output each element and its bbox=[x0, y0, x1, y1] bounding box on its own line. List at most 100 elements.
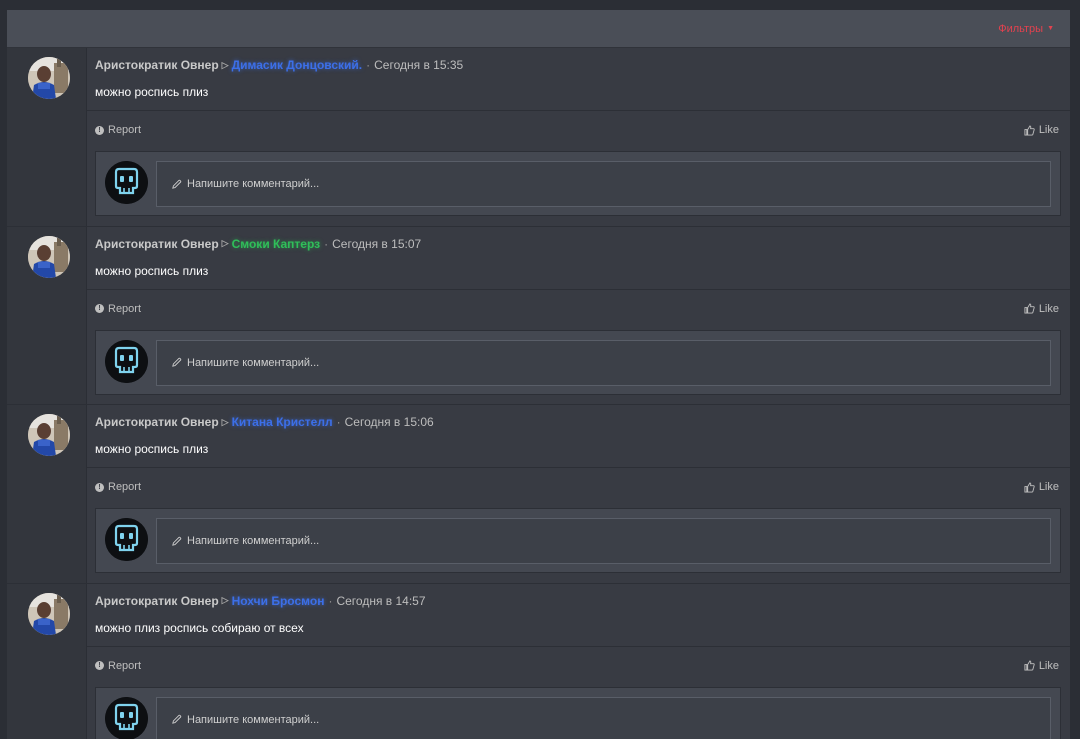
post-time[interactable]: Сегодня в 15:07 bbox=[332, 237, 421, 251]
like-button[interactable]: Like bbox=[1024, 660, 1059, 672]
post-header: Аристократик Овнер ▷ Китана Кристелл · С… bbox=[95, 415, 434, 429]
arrow-right-icon: ▷ bbox=[221, 595, 229, 605]
like-label: Like bbox=[1038, 481, 1059, 493]
current-user-avatar[interactable] bbox=[105, 339, 148, 383]
author-link[interactable]: Аристократик Овнер bbox=[95, 58, 219, 72]
filter-bar: Фильтры ▼ bbox=[7, 10, 1070, 48]
like-button[interactable]: Like bbox=[1024, 303, 1059, 315]
pencil-icon bbox=[172, 714, 182, 724]
divider bbox=[87, 467, 1070, 468]
separator-dot: · bbox=[328, 593, 333, 608]
post-header: Аристократик Овнер ▷ Димасик Донцовский.… bbox=[95, 58, 463, 72]
post-body: Аристократик Овнер ▷ Китана Кристелл · С… bbox=[87, 405, 1070, 583]
author-avatar[interactable] bbox=[28, 235, 70, 278]
post-time[interactable]: Сегодня в 15:35 bbox=[374, 58, 463, 72]
post-avatar-column bbox=[7, 226, 87, 404]
arrow-right-icon: ▷ bbox=[221, 59, 229, 70]
report-button[interactable]: ! Report bbox=[95, 481, 141, 493]
recipient-link[interactable]: Нохчи Бросмон bbox=[232, 594, 325, 608]
info-icon: ! bbox=[95, 304, 104, 313]
report-button[interactable]: ! Report bbox=[95, 124, 141, 136]
current-user-avatar[interactable] bbox=[105, 696, 148, 739]
recipient-link[interactable]: Димасик Донцовский. bbox=[232, 58, 363, 72]
post-header: Аристократик Овнер ▷ Нохчи Бросмон · Сег… bbox=[95, 594, 426, 608]
separator-dot: · bbox=[336, 415, 341, 429]
comment-placeholder: Напишите комментарий... bbox=[187, 178, 320, 190]
comment-input[interactable]: Напишите комментарий... bbox=[156, 696, 1051, 739]
comment-input[interactable]: Напишите комментарий... bbox=[156, 161, 1051, 207]
info-icon: ! bbox=[95, 482, 104, 492]
post-avatar-column bbox=[7, 405, 87, 583]
post-actions: ! Report Like bbox=[95, 124, 1059, 138]
report-button[interactable]: ! Report bbox=[95, 660, 141, 672]
recipient-link[interactable]: Китана Кристелл bbox=[232, 415, 333, 429]
profile-post: Аристократик Овнер ▷ Китана Кристелл · С… bbox=[7, 405, 1070, 584]
like-label: Like bbox=[1038, 659, 1059, 672]
thumbs-up-icon bbox=[1024, 660, 1035, 671]
arrow-right-icon: ▷ bbox=[221, 416, 229, 427]
comment-placeholder: Напишите комментарий... bbox=[187, 535, 320, 547]
thumbs-up-icon bbox=[1024, 303, 1035, 314]
comment-placeholder: Напишите комментарий... bbox=[187, 713, 320, 726]
post-avatar-column bbox=[7, 48, 87, 226]
comment-box: Напишите комментарий... bbox=[95, 151, 1061, 216]
pencil-icon bbox=[172, 179, 182, 189]
post-body: Аристократик Овнер ▷ Нохчи Бросмон · Сег… bbox=[87, 584, 1070, 739]
profile-posts-panel: Фильтры ▼ Аристократик Овнер ▷ Димасик Д… bbox=[7, 10, 1070, 739]
info-icon: ! bbox=[95, 125, 104, 135]
report-label: Report bbox=[108, 302, 142, 315]
pencil-icon bbox=[172, 357, 182, 367]
author-link[interactable]: Аристократик Овнер bbox=[95, 415, 219, 429]
post-list: Аристократик Овнер ▷ Димасик Донцовский.… bbox=[7, 48, 1070, 739]
author-avatar[interactable] bbox=[28, 414, 70, 456]
author-avatar[interactable] bbox=[28, 57, 70, 99]
like-label: Like bbox=[1038, 302, 1059, 315]
caret-down-icon: ▼ bbox=[1047, 25, 1054, 32]
report-label: Report bbox=[108, 659, 142, 672]
post-message: можно роспись плиз bbox=[95, 442, 209, 456]
info-icon: ! bbox=[95, 661, 104, 670]
current-user-avatar[interactable] bbox=[105, 518, 148, 561]
filters-label: Фильтры bbox=[998, 22, 1044, 35]
comment-input[interactable]: Напишите комментарий... bbox=[156, 518, 1051, 564]
post-body: Аристократик Овнер ▷ Димасик Донцовский.… bbox=[87, 48, 1070, 226]
like-label: Like bbox=[1038, 124, 1059, 136]
post-avatar-column bbox=[7, 583, 87, 739]
thumbs-up-icon bbox=[1024, 481, 1035, 493]
profile-post: Аристократик Овнер ▷ Смоки Каптерз · Сег… bbox=[7, 226, 1070, 405]
post-actions: ! Report Like bbox=[95, 660, 1059, 674]
recipient-link[interactable]: Смоки Каптерз bbox=[232, 237, 321, 251]
separator-dot: · bbox=[366, 58, 371, 72]
separator-dot: · bbox=[324, 236, 329, 251]
divider bbox=[87, 288, 1070, 290]
current-user-avatar[interactable] bbox=[105, 161, 148, 204]
post-actions: ! Report Like bbox=[95, 481, 1059, 495]
author-link[interactable]: Аристократик Овнер bbox=[95, 594, 219, 608]
filters-dropdown[interactable]: Фильтры ▼ bbox=[998, 23, 1054, 35]
comment-box: Напишите комментарий... bbox=[95, 329, 1061, 395]
comment-box: Напишите комментарий... bbox=[95, 686, 1061, 739]
arrow-right-icon: ▷ bbox=[221, 238, 229, 248]
author-avatar[interactable] bbox=[28, 592, 70, 635]
report-label: Report bbox=[108, 481, 142, 493]
post-time[interactable]: Сегодня в 14:57 bbox=[336, 594, 425, 608]
post-time[interactable]: Сегодня в 15:06 bbox=[345, 415, 434, 429]
comment-input[interactable]: Напишите комментарий... bbox=[156, 339, 1051, 386]
post-header: Аристократик Овнер ▷ Смоки Каптерз · Сег… bbox=[95, 237, 421, 251]
post-body: Аристократик Овнер ▷ Смоки Каптерз · Сег… bbox=[87, 227, 1070, 405]
like-button[interactable]: Like bbox=[1024, 481, 1059, 493]
profile-post: Аристократик Овнер ▷ Нохчи Бросмон · Сег… bbox=[7, 583, 1070, 739]
report-button[interactable]: ! Report bbox=[95, 303, 141, 315]
post-message: можно роспись плиз bbox=[95, 85, 209, 99]
author-link[interactable]: Аристократик Овнер bbox=[95, 237, 219, 251]
divider bbox=[87, 110, 1070, 111]
comment-placeholder: Напишите комментарий... bbox=[187, 356, 320, 369]
post-message: можно плиз роспись собираю от всех bbox=[95, 620, 304, 635]
like-button[interactable]: Like bbox=[1024, 124, 1059, 136]
post-actions: ! Report Like bbox=[95, 303, 1059, 317]
profile-post: Аристократик Овнер ▷ Димасик Донцовский.… bbox=[7, 48, 1070, 227]
post-message: можно роспись плиз bbox=[95, 263, 209, 278]
divider bbox=[87, 645, 1070, 647]
pencil-icon bbox=[172, 536, 182, 546]
comment-box: Напишите комментарий... bbox=[95, 508, 1061, 573]
